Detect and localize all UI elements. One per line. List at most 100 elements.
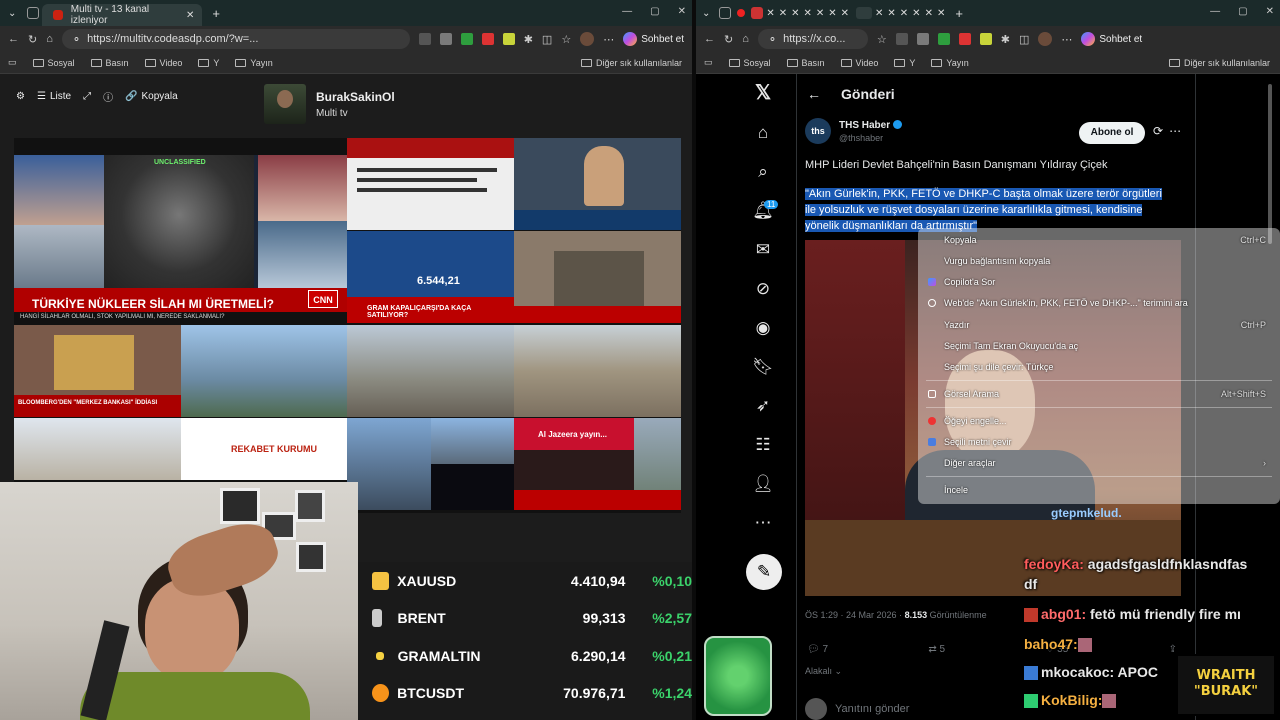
extension-icon[interactable] — [979, 33, 992, 45]
address-bar[interactable]: ⚬ https://multitv.codeasdp.com/?w=... — [61, 29, 410, 49]
lists-icon[interactable]: ☷ — [752, 434, 774, 456]
menu-item-translate-selection[interactable]: Seçili metni çevir — [928, 434, 1274, 450]
jobs-icon[interactable]: ➶ — [752, 395, 774, 417]
refresh-icon[interactable]: ↻ — [724, 33, 733, 46]
channel-tile-rekabet[interactable]: REKABET KURUMU — [181, 418, 347, 480]
active-tab[interactable] — [856, 7, 873, 19]
channel-tile-aljazeera[interactable]: Al Jazeera yayın... — [514, 418, 681, 510]
bookmark-folder[interactable]: Y — [894, 58, 915, 68]
extension-icon[interactable] — [460, 33, 473, 45]
refresh-icon[interactable]: ↻ — [28, 33, 37, 46]
menu-item-block-element[interactable]: Öğeyi engelle... — [928, 413, 1274, 429]
extension-icon[interactable] — [502, 33, 515, 45]
fullscreen-icon[interactable]: ⤢ — [83, 91, 91, 102]
menu-item-web-search[interactable]: Web'de "Akın Gürlek'in, PKK, FETÖ ve DHK… — [928, 295, 1274, 311]
bookmark-folder[interactable]: Video — [144, 58, 182, 68]
channel-tile-soldiers[interactable] — [514, 231, 681, 323]
reply-button[interactable]: 💬︎ 7 — [807, 644, 828, 655]
menu-item-translate[interactable]: Seçimi şu dile çevir: Türkçe — [944, 359, 1274, 375]
more-menu-icon[interactable]: ⋯ — [603, 33, 614, 46]
repost-button[interactable]: ⇄ 5 — [928, 644, 945, 655]
tab-menu-chevron-icon[interactable]: ⌄ — [8, 8, 16, 19]
favorites-icon[interactable]: ☆ — [877, 33, 887, 46]
home-icon[interactable]: ⌂ — [752, 122, 774, 144]
extension-icon[interactable] — [481, 33, 494, 45]
extension-icon[interactable] — [937, 33, 950, 45]
tab-favicon-icon[interactable] — [751, 7, 764, 19]
minimize-icon[interactable]: — — [622, 6, 632, 17]
other-bookmarks[interactable]: Diğer sık kullanılanlar — [1168, 58, 1270, 68]
tab-close-icon[interactable]: ✕ — [186, 10, 194, 21]
bookmark-folder[interactable]: Basın — [786, 58, 825, 68]
address-bar[interactable]: ⚬ https://x.co... — [757, 29, 868, 49]
menu-item-other-tools[interactable]: Diğer araçlar › — [944, 455, 1274, 471]
minimize-icon[interactable]: — — [1210, 6, 1220, 17]
channel-tile-coast[interactable] — [181, 325, 347, 417]
more-menu-icon[interactable]: ⋯ — [1061, 33, 1072, 46]
close-window-icon[interactable]: ✕ — [678, 6, 686, 17]
channel-tile-city-2[interactable] — [514, 325, 681, 417]
extension-icon[interactable] — [418, 33, 431, 45]
site-info-icon[interactable]: ⚬ — [72, 33, 81, 46]
maximize-icon[interactable]: ▢ — [1238, 6, 1247, 17]
channel-profile[interactable]: BurakSakinOl Multi tv — [264, 84, 395, 124]
extension-icon[interactable] — [916, 33, 929, 45]
menu-item-visual-search[interactable]: Görsel Arama Alt+Shift+S — [928, 386, 1274, 402]
subscribe-button[interactable]: Abone ol — [1079, 122, 1145, 144]
post-author[interactable]: ths THS Haber @thshaber — [805, 118, 903, 144]
bookmark-folder[interactable]: Basın — [90, 58, 129, 68]
split-screen-icon[interactable]: ◫ — [542, 33, 552, 46]
profile-icon[interactable]: 👤︎ — [752, 473, 774, 495]
copy-link-button[interactable]: 🔗 Kopyala — [125, 91, 178, 102]
bookmark-folder[interactable]: Yayın — [931, 58, 969, 68]
scrollbar[interactable] — [1268, 84, 1272, 244]
extension-icon[interactable] — [958, 33, 971, 45]
channel-tile-news-3[interactable] — [514, 138, 681, 230]
bookmark-folder[interactable]: Sosyal — [728, 58, 771, 68]
grok-icon[interactable]: ⊘ — [752, 278, 774, 300]
channel-tile-sky[interactable] — [431, 418, 514, 464]
menu-item-copy-highlight-link[interactable]: Vurgu bağlantısını kopyala — [944, 253, 1274, 269]
channel-tile-city-3[interactable] — [14, 418, 181, 480]
tab-x-icon[interactable]: ✕✕✕✕✕✕ — [875, 8, 949, 19]
extensions-puzzle-icon[interactable]: ✱ — [1001, 33, 1010, 46]
site-info-icon[interactable]: ⚬ — [768, 33, 777, 46]
copilot-button[interactable]: Sohbet et — [623, 32, 684, 46]
bookmarks-icon[interactable]: 🔖︎ — [752, 356, 774, 378]
related-dropdown[interactable]: Alakalı ⌄ — [805, 666, 842, 677]
bookmark-folder[interactable]: Y — [198, 58, 219, 68]
channel-tile-night[interactable] — [431, 464, 514, 510]
menu-item-copy[interactable]: Kopyala Ctrl+C — [944, 232, 1274, 248]
workspaces-icon[interactable] — [719, 7, 732, 19]
communities-icon[interactable]: ◉ — [752, 317, 774, 339]
home-icon[interactable]: ⌂ — [46, 33, 53, 45]
bookmark-folder[interactable]: Sosyal — [32, 58, 75, 68]
info-icon[interactable]: ⓘ — [103, 89, 113, 104]
bookmark-folder[interactable]: Yayın — [235, 58, 273, 68]
split-screen-icon[interactable]: ◫ — [1019, 33, 1029, 46]
close-window-icon[interactable]: ✕ — [1266, 6, 1274, 17]
menu-item-print[interactable]: Yazdır Ctrl+P — [944, 317, 1274, 333]
channel-tile-gram[interactable]: 6.544,21 GRAM KAPALIÇARŞI'DA KAÇA SATILI… — [347, 231, 514, 323]
grok-explain-icon[interactable]: ⟳ — [1153, 124, 1169, 138]
copilot-button[interactable]: Sohbet et — [1081, 32, 1142, 46]
other-bookmarks[interactable]: Diğer sık kullanılanlar — [580, 58, 682, 68]
list-button[interactable]: ☰ Liste — [37, 91, 71, 102]
more-circle-icon[interactable]: ⋯ — [752, 512, 774, 534]
compose-post-button[interactable]: ✎ — [746, 554, 782, 590]
tab-favicon-icon[interactable] — [737, 9, 746, 17]
back-icon[interactable]: ← — [704, 33, 715, 45]
bookmark-folder[interactable]: Video — [840, 58, 878, 68]
avatar[interactable] — [1038, 32, 1053, 46]
avatar[interactable] — [580, 32, 595, 46]
settings-gear-icon[interactable]: ⚙ — [16, 91, 25, 102]
maximize-icon[interactable]: ▢ — [650, 6, 659, 17]
channel-tile-news-1[interactable]: UNCLASSIFIED — [14, 155, 347, 288]
tab-x-icon[interactable]: ✕✕✕✕✕✕✕ — [766, 8, 853, 19]
bookmarks-menu-icon[interactable]: ▭ — [8, 57, 17, 68]
tab-multitv[interactable]: Multi tv - 13 kanal izleniyor ✕ — [42, 4, 203, 26]
workspaces-icon[interactable] — [27, 7, 40, 19]
favorites-icon[interactable]: ☆ — [561, 33, 571, 46]
search-icon[interactable]: ⌕ — [752, 161, 774, 183]
new-tab-icon[interactable]: + — [212, 6, 220, 21]
